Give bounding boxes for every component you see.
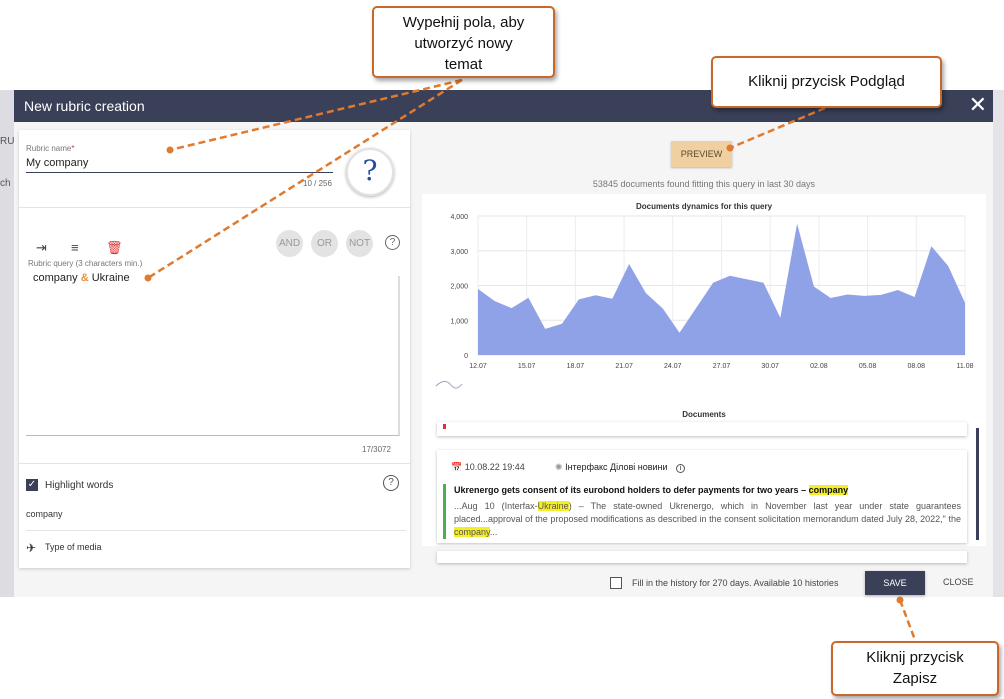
document-card[interactable] [437, 551, 967, 563]
query-help-icon[interactable]: ? [385, 235, 400, 250]
rubric-name-label: Rubric name* [26, 144, 75, 153]
highlight-words-input[interactable]: company [26, 509, 63, 519]
close-icon[interactable]: ✕ [969, 92, 987, 118]
rubric-query-text: company & Ukraine [33, 272, 130, 284]
documents-section-title: Documents [682, 410, 726, 419]
type-of-media-label[interactable]: Type of media [45, 542, 102, 552]
background-right-edge [993, 90, 1004, 597]
y-tick-label: 0 [464, 353, 468, 360]
x-tick-label: 08.08 [908, 363, 926, 370]
callout-fill-fields: Wypełnij pola, aby utworzyć nowy temat [372, 6, 555, 78]
divider [19, 463, 410, 464]
rubric-query-counter: 17/3072 [362, 445, 391, 454]
x-tick-label: 15.07 [518, 363, 536, 370]
media-icon: ✈ [26, 541, 37, 555]
history-checkbox[interactable] [610, 577, 622, 589]
callout-save: Kliknij przycisk Zapisz [831, 641, 999, 696]
rubric-name-underline [26, 172, 333, 173]
documents-scrollbar[interactable] [976, 428, 979, 540]
background-left-edge: RU ch [0, 90, 14, 597]
callout-preview: Kliknij przycisk Podgląd [711, 56, 942, 108]
document-date: 📅 10.08.22 19:44 [451, 462, 525, 472]
query-term: Ukraine [91, 272, 130, 284]
y-tick-label: 3,000 [450, 249, 468, 256]
x-tick-label: 11.08 [957, 363, 974, 370]
x-tick-label: 18.07 [567, 363, 585, 370]
divider [26, 530, 406, 531]
background-fragment: ch [0, 178, 11, 189]
web-source-icon: ✺ [555, 462, 563, 472]
y-tick-label: 1,000 [450, 318, 468, 325]
chart-title: Documents dynamics for this query [636, 202, 773, 211]
y-tick-label: 2,000 [450, 284, 468, 291]
x-tick-label: 30.07 [761, 363, 779, 370]
info-icon[interactable]: i [676, 464, 686, 473]
chart-mini-navigator [435, 380, 463, 389]
highlight-words-checkbox[interactable]: ✓ [26, 479, 38, 491]
preview-button[interactable]: PREVIEW [671, 141, 732, 167]
query-operator: & [80, 272, 89, 284]
delete-icon[interactable]: 🗑 [106, 240, 123, 256]
preview-results-panel: Documents dynamics for this query 0 1,000… [422, 194, 986, 563]
document-snippet: ...Aug 10 (Interfax-Ukraine) – The state… [454, 501, 961, 537]
format-icon[interactable]: ≡ [71, 240, 79, 255]
background-fragment: RU [0, 136, 14, 147]
or-operator-button[interactable]: OR [311, 230, 338, 257]
not-operator-button[interactable]: NOT [346, 230, 373, 257]
rubric-form-panel: Rubric name* My company 10 / 256 ? ⇥ ≡ 🗑… [19, 130, 410, 568]
document-relevance-bar [443, 484, 446, 539]
x-tick-label: 27.07 [713, 363, 731, 370]
x-tick-label: 21.07 [615, 363, 633, 370]
document-card[interactable]: 📅 10.08.22 19:44 ✺ Інтерфакс Ділові нови… [437, 450, 967, 543]
document-headline[interactable]: Ukrenergo gets consent of its eurobond h… [454, 485, 849, 495]
x-tick-label: 12.07 [469, 363, 487, 370]
and-operator-button[interactable]: AND [276, 230, 303, 257]
highlight-words-label: Highlight words [45, 480, 114, 491]
arrow-to-save-button [898, 599, 917, 641]
document-source[interactable]: ✺ Інтерфакс Ділові новини i [555, 462, 686, 473]
history-text: Fill in the history for 270 days. Availa… [632, 578, 839, 588]
indent-icon[interactable]: ⇥ [36, 240, 47, 256]
save-button[interactable]: SAVE [865, 571, 925, 595]
x-tick-label: 05.08 [859, 363, 877, 370]
x-tick-label: 02.08 [810, 363, 828, 370]
rubric-query-input[interactable] [26, 276, 400, 436]
x-tick-label: 24.07 [664, 363, 682, 370]
divider [19, 207, 410, 208]
close-button[interactable]: CLOSE [943, 577, 974, 587]
query-term: company [33, 272, 78, 284]
highlight-help-icon[interactable]: ? [383, 475, 399, 491]
documents-dynamics-chart: Documents dynamics for this query 0 1,000… [435, 202, 974, 389]
rubric-name-counter: 10 / 256 [303, 179, 332, 188]
rubric-query-label: Rubric query (3 characters min.) [28, 259, 143, 268]
document-card[interactable] [437, 422, 967, 436]
help-question-icon[interactable]: ? [346, 148, 394, 196]
calendar-icon: 📅 [451, 462, 463, 472]
documents-found-text: 53845 documents found fitting this query… [592, 179, 816, 189]
y-tick-label: 4,000 [450, 214, 468, 221]
rubric-name-input[interactable]: My company [26, 157, 88, 169]
document-marker [443, 424, 446, 429]
dialog-title: New rubric creation [24, 98, 145, 114]
rubric-dialog: Rubric name* My company 10 / 256 ? ⇥ ≡ 🗑… [14, 122, 993, 597]
